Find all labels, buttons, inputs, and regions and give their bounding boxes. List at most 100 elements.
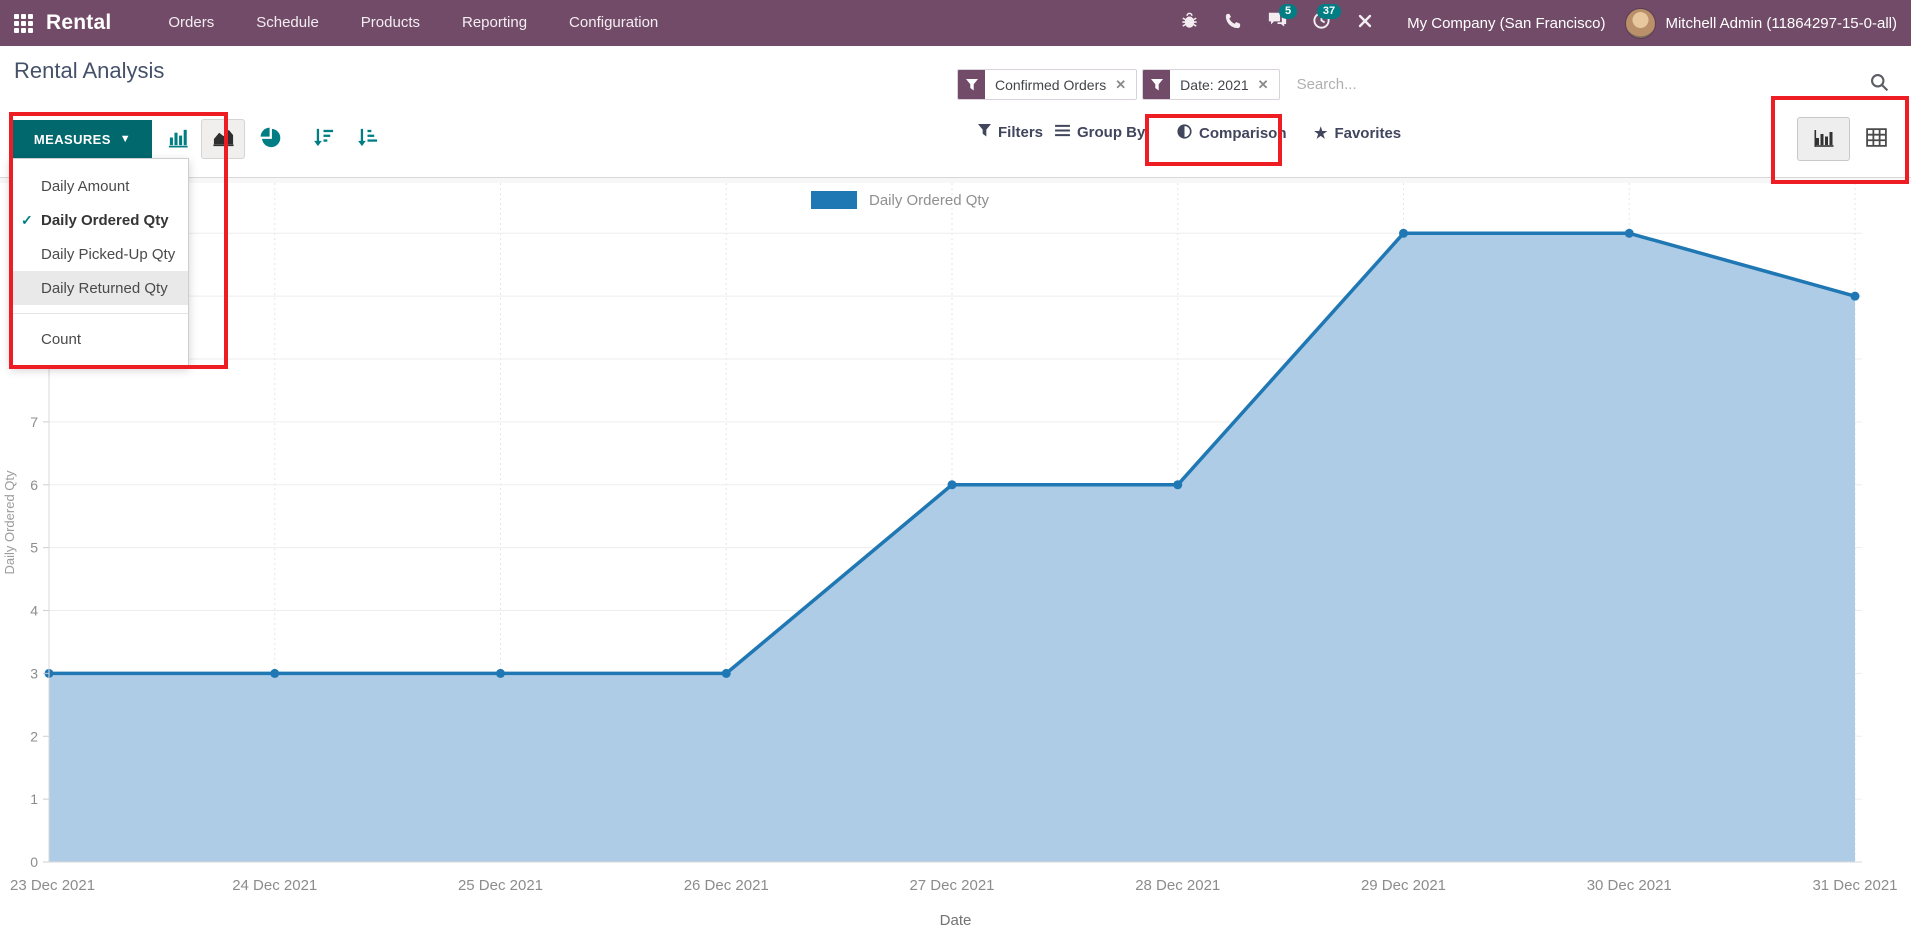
pivot-view-button[interactable] [1854,117,1898,161]
measure-daily-returned-qty[interactable]: ✓ Daily Returned Qty [11,271,188,305]
favorites-label: Favorites [1334,125,1401,142]
pie-chart-icon [260,127,282,152]
menu-item-label: Daily Ordered Qty [41,212,169,229]
line-chart-type-button[interactable] [201,119,245,159]
graph-view-icon [1812,126,1836,153]
menu-products[interactable]: Products [340,0,441,46]
area-chart-icon [212,126,235,152]
facet-confirmed-orders: Confirmed Orders ✕ [957,69,1137,100]
top-navbar: Rental Orders Schedule Products Reportin… [0,0,1911,46]
svg-text:23 Dec 2021: 23 Dec 2021 [10,877,95,894]
apps-menu-icon[interactable] [0,0,46,46]
activities-badge: 37 [1317,4,1341,19]
svg-text:25 Dec 2021: 25 Dec 2021 [458,877,543,894]
control-panel: Rental Analysis Confirmed Orders ✕ Date:… [0,46,1911,178]
menu-item-label: Daily Returned Qty [41,280,168,297]
comparison-label: Comparison [1199,125,1287,142]
menu-item-label: Count [41,331,81,348]
legend-swatch [811,191,857,209]
menu-reporting[interactable]: Reporting [441,0,548,46]
svg-text:26 Dec 2021: 26 Dec 2021 [684,877,769,894]
svg-text:30 Dec 2021: 30 Dec 2021 [1587,877,1672,894]
svg-text:6: 6 [30,477,38,493]
filter-funnel-icon [958,70,985,99]
svg-text:3: 3 [30,665,38,681]
measure-daily-amount[interactable]: ✓ Daily Amount [11,169,188,203]
measures-button-label: MEASURES [34,132,111,147]
sort-ascending-button[interactable] [348,122,386,156]
activities-button[interactable]: 37 [1299,0,1343,46]
svg-text:28 Dec 2021: 28 Dec 2021 [1135,877,1220,894]
funnel-icon [978,124,991,141]
menu-orders[interactable]: Orders [147,0,235,46]
menu-item-label: Daily Picked-Up Qty [41,246,175,263]
measures-dropdown: ✓ Daily Amount ✓ Daily Ordered Qty ✓ Dai… [10,158,189,367]
measure-daily-ordered-qty[interactable]: ✓ Daily Ordered Qty [11,203,188,237]
group-by-icon [1055,124,1070,141]
svg-text:1: 1 [30,791,38,807]
search-icon[interactable] [1869,72,1890,98]
svg-text:29 Dec 2021: 29 Dec 2021 [1361,877,1446,894]
check-icon: ✓ [21,212,33,229]
sort-descending-button[interactable] [304,122,342,156]
search-bar: Confirmed Orders ✕ Date: 2021 ✕ [957,69,1599,100]
menu-configuration[interactable]: Configuration [548,0,679,46]
measures-button[interactable]: MEASURES ▼ [13,120,152,158]
phone-icon [1224,12,1242,35]
filters-label: Filters [998,124,1043,141]
group-by-label: Group By [1077,124,1145,141]
filter-funnel-icon [1143,70,1170,99]
measure-daily-picked-up-qty[interactable]: ✓ Daily Picked-Up Qty [11,237,188,271]
facet-remove-icon[interactable]: ✕ [1115,70,1136,99]
sort-asc-icon [356,126,379,152]
menu-schedule[interactable]: Schedule [235,0,340,46]
search-input[interactable] [1295,75,1599,94]
filters-button[interactable]: Filters [978,124,1043,141]
user-avatar[interactable] [1625,8,1656,39]
group-by-button[interactable]: Group By [1055,124,1145,141]
comparison-icon [1177,124,1192,143]
debug-button[interactable] [1167,0,1211,46]
navbar-systray: 5 37 My Company (San Francisco) Mitchell… [1167,0,1911,46]
chevron-down-icon: ▼ [120,133,131,145]
svg-text:0: 0 [30,854,38,870]
facet-label: Confirmed Orders [985,70,1115,99]
chart-legend[interactable]: Daily Ordered Qty [811,191,989,209]
bug-icon [1180,11,1199,35]
company-switcher[interactable]: My Company (San Francisco) [1387,15,1625,32]
main-menu: Orders Schedule Products Reporting Confi… [147,0,679,46]
tools-icon [1356,12,1374,35]
page-title: Rental Analysis [14,58,164,84]
svg-text:Date: Date [940,912,972,929]
messages-badge: 5 [1279,4,1297,19]
app-brand[interactable]: Rental [46,11,111,35]
svg-text:31 Dec 2021: 31 Dec 2021 [1812,877,1897,894]
menu-item-label: Daily Amount [41,178,129,195]
measure-count[interactable]: Count [11,322,188,356]
pivot-view-icon [1865,126,1888,152]
facet-label: Date: 2021 [1170,70,1258,99]
graph-view-button[interactable] [1797,117,1850,161]
svg-text:2: 2 [30,728,38,744]
bar-chart-icon [167,126,190,152]
svg-text:24 Dec 2021: 24 Dec 2021 [232,877,317,894]
facet-remove-icon[interactable]: ✕ [1258,70,1279,99]
favorites-button[interactable]: ★ Favorites [1314,124,1401,142]
svg-text:27 Dec 2021: 27 Dec 2021 [909,877,994,894]
user-menu[interactable]: Mitchell Admin (11864297-15-0-all) [1656,15,1897,32]
phone-button[interactable] [1211,0,1255,46]
svg-text:7: 7 [30,414,38,430]
messages-button[interactable]: 5 [1255,0,1299,46]
pie-chart-type-button[interactable] [252,122,290,156]
svg-text:Daily Ordered Qty: Daily Ordered Qty [2,470,17,575]
sort-desc-icon [312,126,335,152]
bar-chart-type-button[interactable] [159,122,197,156]
svg-text:4: 4 [30,603,38,619]
comparison-button[interactable]: Comparison [1177,124,1287,143]
grid-icon [14,14,33,33]
panel-bottom-strip [0,178,1911,183]
star-icon: ★ [1314,124,1327,142]
facet-date-2021: Date: 2021 ✕ [1142,69,1279,100]
tools-button[interactable] [1343,0,1387,46]
legend-label: Daily Ordered Qty [869,192,989,209]
